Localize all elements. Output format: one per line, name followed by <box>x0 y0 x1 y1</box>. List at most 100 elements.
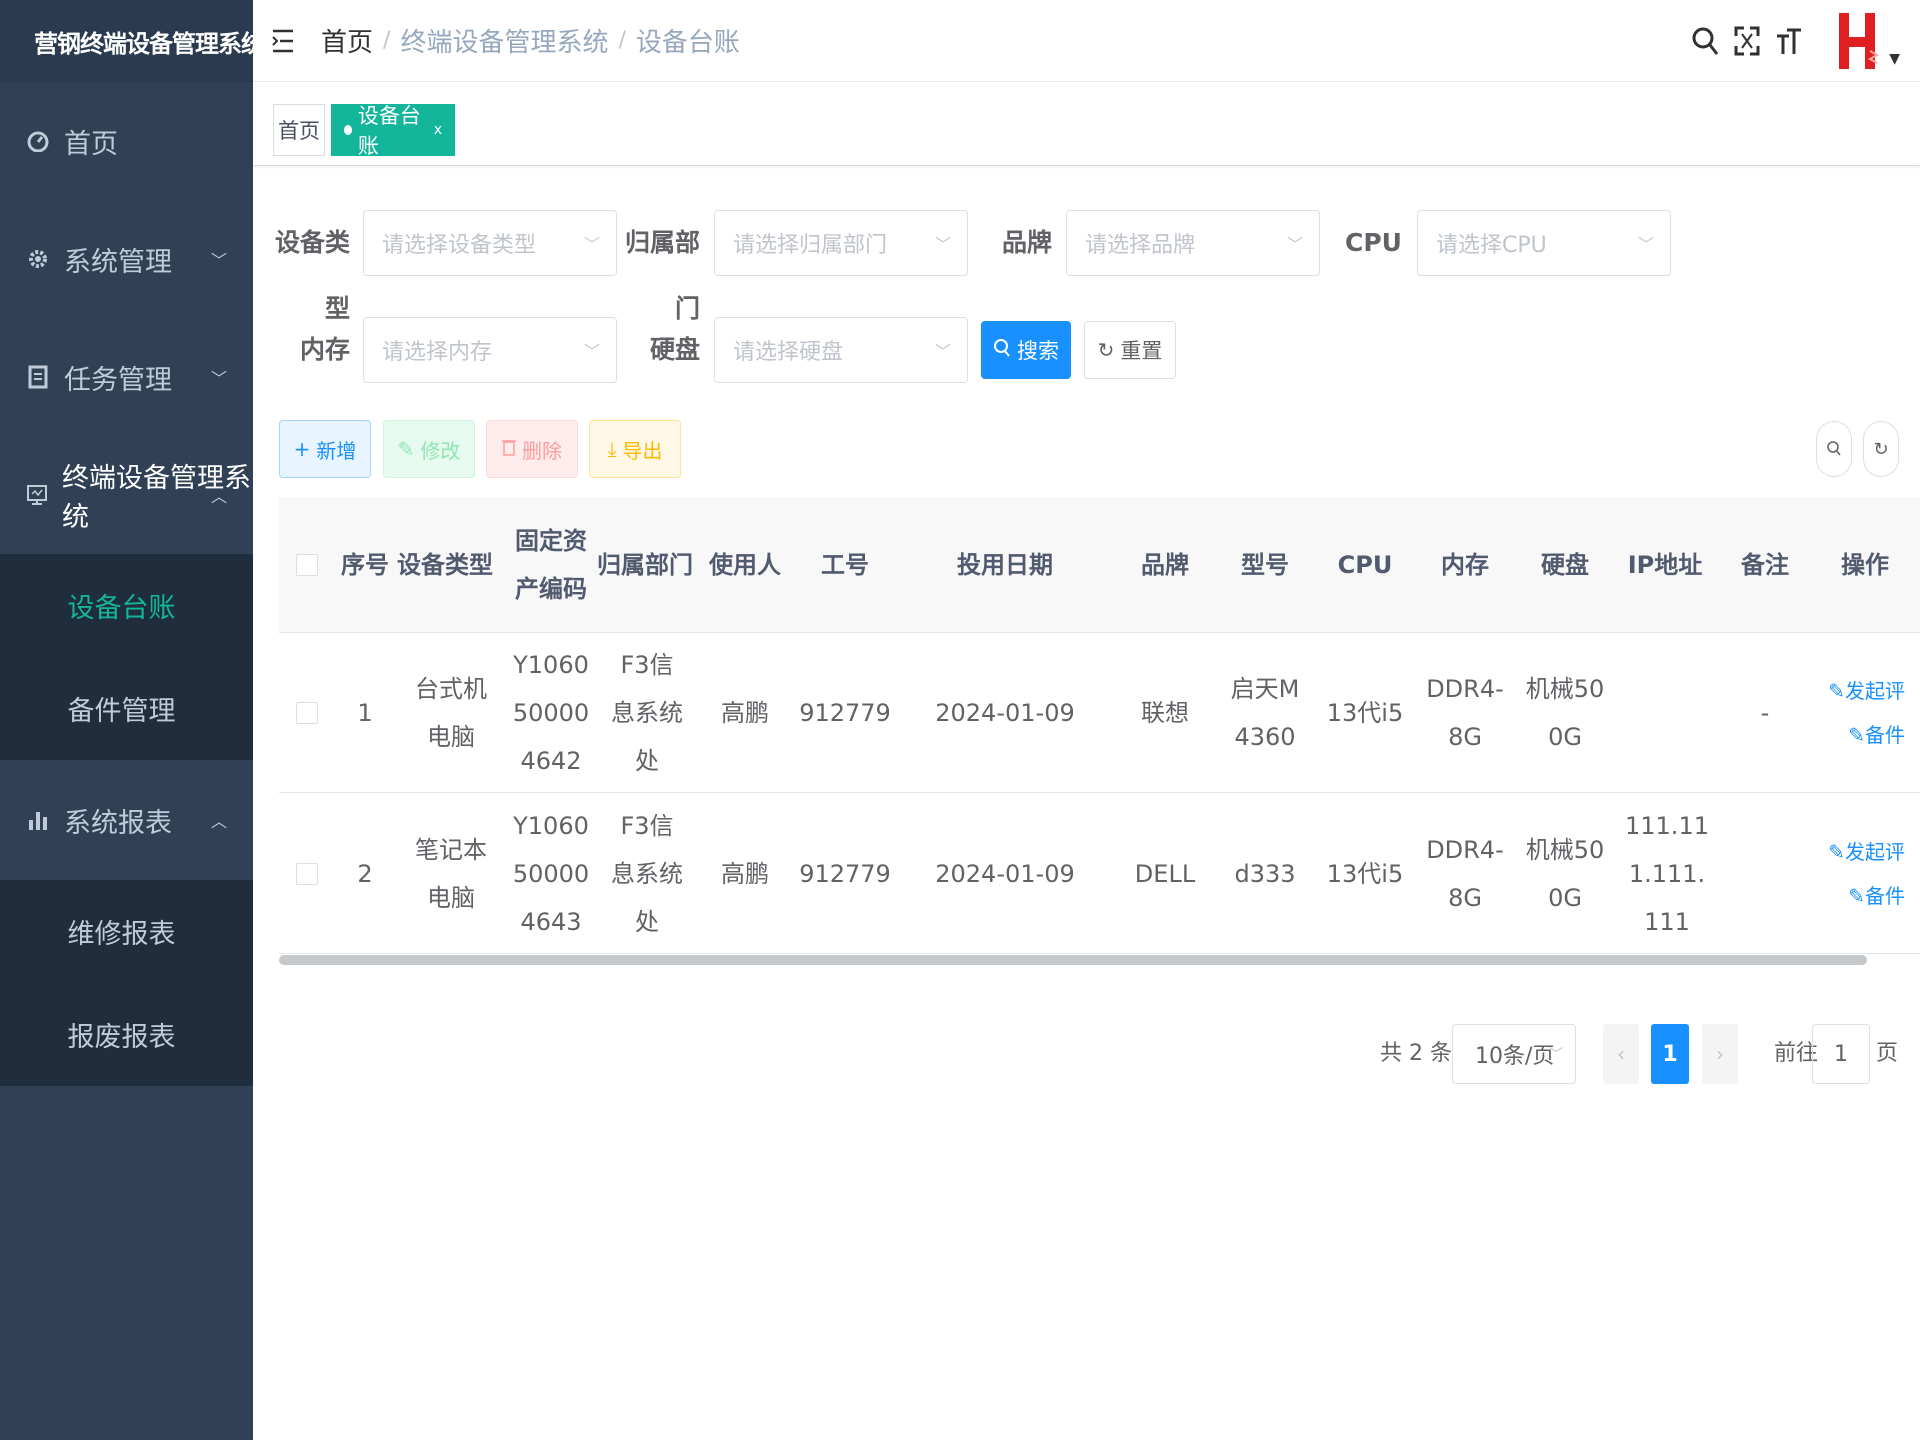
cell-mem: DDR4-8G <box>1426 836 1504 912</box>
table-row[interactable]: 2 笔记本电脑 Y1060500004643 F3信息系统处 高鹏 912779… <box>279 794 1920 954</box>
monitor-icon <box>26 483 48 507</box>
clipboard-icon <box>26 365 50 389</box>
dashboard-icon <box>26 129 50 153</box>
cell-index: 2 <box>357 860 373 888</box>
avatar[interactable] <box>1837 11 1881 71</box>
cell-type: 台式机电脑 <box>415 675 487 751</box>
sidebar-item-repair-report[interactable]: 维修报表 <box>0 880 253 983</box>
refresh-icon: ↻ <box>1873 438 1889 460</box>
row-select-cell <box>279 633 335 793</box>
cell-note <box>1715 794 1815 954</box>
search-icon[interactable] <box>1689 23 1721 59</box>
sidebar-item-task[interactable]: 任务管理 ﹀ <box>0 318 253 436</box>
disk-select[interactable]: 请选择硬盘 ﹀ <box>714 317 968 383</box>
memory-label: 内存 <box>299 335 350 364</box>
cpu-select[interactable]: 请选择CPU ﹀ <box>1417 210 1671 276</box>
export-button-label: 导出 <box>622 438 663 463</box>
header-dept: 归属部门 <box>597 551 693 579</box>
cell-cpu: 13代i5 <box>1326 699 1404 727</box>
tag-home[interactable]: 首页 <box>273 104 325 156</box>
brand-select[interactable]: 请选择品牌 ﹀ <box>1066 210 1320 276</box>
fullscreen-icon[interactable] <box>1731 23 1763 59</box>
search-icon <box>1827 441 1841 456</box>
cell-user: 高鹏 <box>721 860 769 888</box>
header-disk: 硬盘 <box>1541 551 1589 579</box>
sidebar-item-system[interactable]: 系统管理 ﹀ <box>0 200 253 318</box>
header-select-all <box>279 497 335 633</box>
breadcrumb-separator: / <box>618 28 626 53</box>
cell-type: 笔记本电脑 <box>415 836 487 912</box>
chevron-down-icon: ﹀ <box>1637 235 1654 254</box>
chevron-down-icon: ﹀ <box>583 342 600 361</box>
refresh-button[interactable]: ↻ <box>1863 421 1899 477</box>
device-type-select[interactable]: 请选择设备类型 ﹀ <box>363 210 617 276</box>
memory-select[interactable]: 请选择内存 ﹀ <box>363 317 617 383</box>
cell-ops: ✎发起评 ✎备件 <box>1815 633 1905 793</box>
search-icon <box>993 338 1011 363</box>
header-index: 序号 <box>341 551 389 579</box>
sidebar-logo[interactable]: 营钢终端设备管理系统 <box>0 0 265 82</box>
chevron-down-icon: ﹀ <box>210 369 227 388</box>
plus-icon: + <box>293 437 311 461</box>
delete-button[interactable]: 删除 <box>486 420 578 478</box>
initiate-review-link[interactable]: ✎发起评 <box>1828 838 1905 866</box>
tag-device-ledger[interactable]: 设备台账 x <box>331 104 455 158</box>
sidebar-item-device-ledger[interactable]: 设备台账 <box>0 554 253 657</box>
toggle-search-button[interactable] <box>1816 421 1852 477</box>
spare-parts-link[interactable]: ✎备件 <box>1848 882 1905 910</box>
sidebar-item-report[interactable]: 系统报表 ︿ <box>0 760 253 880</box>
row-checkbox[interactable] <box>296 702 318 724</box>
sidebar-item-terminal[interactable]: 终端设备管理系统 ︿ <box>0 436 253 554</box>
initiate-review-link[interactable]: ✎发起评 <box>1828 677 1905 705</box>
topbar: 首页 / 终端设备管理系统 / 设备台账 ▼ <box>253 0 1920 82</box>
horizontal-scrollbar[interactable] <box>279 955 1867 965</box>
font-size-icon[interactable] <box>1773 23 1805 59</box>
app-title: 营钢终端设备管理系统 <box>34 29 265 58</box>
tags-view: 首页 设备台账 x <box>253 82 1920 166</box>
op-label: 备件 <box>1865 723 1905 747</box>
header-ops: 操作 <box>1841 551 1889 579</box>
cell-disk: 机械500G <box>1525 836 1605 912</box>
header-note: 备注 <box>1741 551 1789 579</box>
search-button[interactable]: 搜索 <box>981 321 1071 379</box>
device-type-label: 设备类型 <box>274 228 350 323</box>
sidebar-item-scrap-report[interactable]: 报废报表 <box>0 983 253 1086</box>
cell-emp: 912779 <box>799 860 891 888</box>
add-button[interactable]: + 新增 <box>279 420 371 478</box>
sidebar-item-label: 首页 <box>64 128 118 160</box>
header-ip: IP地址 <box>1627 551 1703 579</box>
sidebar-item-home[interactable]: 首页 <box>0 82 253 200</box>
sidebar: 营钢终端设备管理系统 首页 系统管理 ﹀ 任务管理 ﹀ 终端设备管理系统 ︿ 设… <box>0 0 265 1440</box>
table-row[interactable]: 1 台式机电脑 Y1060500004642 F3信息系统处 高鹏 912779… <box>279 633 1920 793</box>
close-icon[interactable]: x <box>434 122 442 138</box>
header-mem: 内存 <box>1441 551 1489 579</box>
cell-ops: ✎发起评 ✎备件 <box>1815 794 1905 954</box>
chevron-down-icon: ﹀ <box>934 342 951 361</box>
export-button[interactable]: ⤓ 导出 <box>589 420 681 478</box>
chevron-up-icon: ︿ <box>210 487 227 506</box>
row-checkbox[interactable] <box>296 863 318 885</box>
brand-label: 品牌 <box>1001 228 1052 257</box>
page-size-value: 10条/页 <box>1475 1044 1555 1069</box>
prev-page-button[interactable]: ‹ <box>1603 1024 1639 1084</box>
breadcrumb-home[interactable]: 首页 <box>321 22 373 59</box>
page-size-select[interactable]: 10条/页 ﹀ <box>1452 1024 1576 1084</box>
caret-down-icon[interactable]: ▼ <box>1889 51 1900 67</box>
goto-page-input[interactable]: 1 <box>1812 1024 1870 1084</box>
pagination-total: 共 2 条 <box>1380 1041 1452 1066</box>
cell-mem: DDR4-8G <box>1426 675 1504 751</box>
sidebar-item-label: 系统报表 <box>64 807 172 839</box>
hamburger-icon[interactable] <box>271 27 295 55</box>
reset-button-label: 重置 <box>1120 339 1163 363</box>
header-model: 型号 <box>1241 551 1289 579</box>
edit-button[interactable]: ✎ 修改 <box>383 420 475 478</box>
select-all-checkbox[interactable] <box>296 554 318 576</box>
sidebar-item-spare-parts[interactable]: 备件管理 <box>0 657 253 760</box>
next-page-button[interactable]: › <box>1702 1024 1738 1084</box>
page-number-current[interactable]: 1 <box>1651 1024 1689 1084</box>
dept-select[interactable]: 请选择归属部门 ﹀ <box>714 210 968 276</box>
add-button-label: 新增 <box>316 438 357 463</box>
spare-parts-link[interactable]: ✎备件 <box>1848 721 1905 749</box>
topbar-actions: ▼ <box>1689 0 1920 82</box>
reset-button[interactable]: ↻ 重置 <box>1084 321 1176 379</box>
